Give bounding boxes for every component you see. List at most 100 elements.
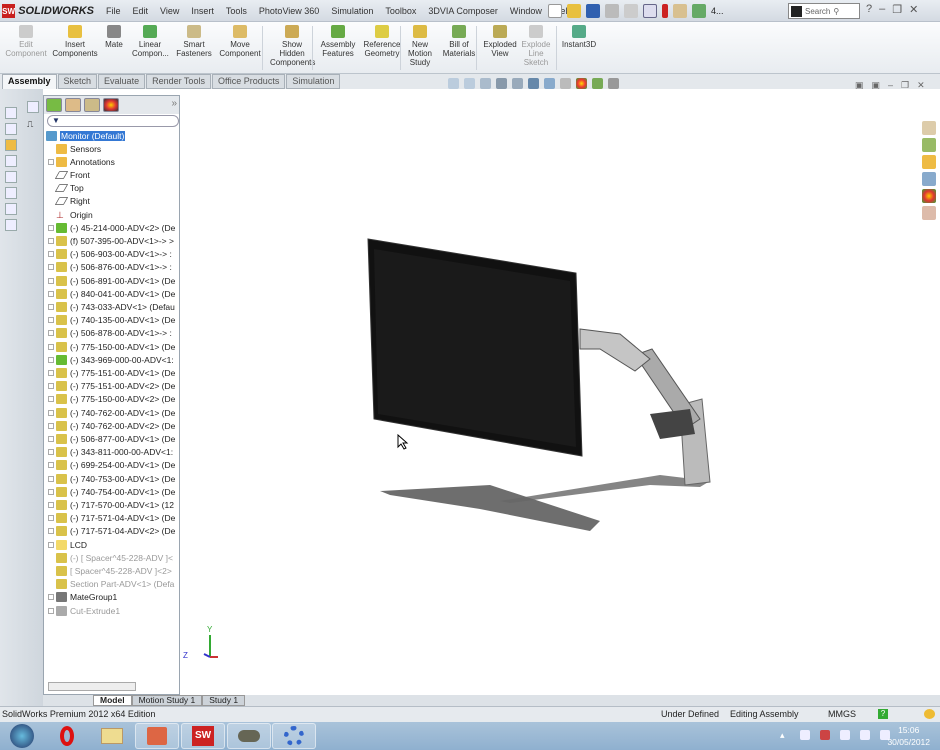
start-orb-icon[interactable]: [0, 723, 44, 749]
expand-icon[interactable]: [48, 409, 54, 416]
menu-tools[interactable]: Tools: [220, 6, 253, 16]
network-alert-icon[interactable]: [820, 730, 830, 740]
tool-icon[interactable]: [5, 203, 17, 215]
apply-scene-icon[interactable]: [592, 78, 603, 89]
tree-item[interactable]: Right: [44, 195, 179, 208]
menu-edit[interactable]: Edit: [127, 6, 155, 16]
tree-item[interactable]: (-) 699-254-00-ADV<1> (De: [44, 459, 179, 472]
expand-icon[interactable]: [48, 277, 54, 284]
ribbon-show-hidden-components-button[interactable]: Show Hidden Components: [270, 25, 315, 67]
expand-icon[interactable]: [48, 251, 54, 258]
ribbon-instant3d-button[interactable]: Instant3D: [560, 25, 598, 49]
expand-icon[interactable]: [48, 383, 54, 390]
menu-view[interactable]: View: [154, 6, 185, 16]
edit-appearance-icon[interactable]: [576, 78, 587, 89]
ribbon-new-motion-study-button[interactable]: New Motion Study: [406, 25, 434, 67]
save-icon[interactable]: [586, 4, 600, 18]
tree-item[interactable]: (-) 45-214-000-ADV<2> (De: [44, 221, 179, 234]
tree-item[interactable]: (-) 506-877-00-ADV<1> (De: [44, 432, 179, 445]
tree-item[interactable]: (-) 343-811-000-00-ADV<1:: [44, 446, 179, 459]
expand-icon[interactable]: [48, 541, 54, 548]
open-icon[interactable]: [567, 4, 581, 18]
zoom-to-area-icon[interactable]: [464, 78, 475, 89]
select-icon[interactable]: [643, 4, 657, 18]
units-selector[interactable]: MMGS: [828, 709, 856, 719]
tree-item[interactable]: Section Part-ADV<1> (Defa: [44, 578, 179, 591]
file-explorer-icon[interactable]: [922, 155, 936, 169]
tree-item[interactable]: (-) 717-571-04-ADV<1> (De: [44, 512, 179, 525]
show-hidden-icons-icon[interactable]: ▴: [780, 730, 790, 740]
tree-item[interactable]: (-) 740-762-00-ADV<1> (De: [44, 406, 179, 419]
minimize-button[interactable]: –: [879, 3, 885, 16]
expand-icon[interactable]: [48, 158, 54, 165]
tab-simulation[interactable]: Simulation: [286, 74, 341, 89]
expand-icon[interactable]: [48, 356, 54, 363]
options-icon[interactable]: [692, 4, 706, 18]
expand-icon[interactable]: [48, 607, 54, 614]
powerpoint-icon[interactable]: [135, 723, 179, 749]
rebuild-status-icon[interactable]: [924, 709, 935, 719]
tool-icon[interactable]: [5, 187, 17, 199]
search-input[interactable]: Search ⚲: [788, 3, 860, 19]
expand-icon[interactable]: [48, 435, 54, 442]
display-style-icon[interactable]: [528, 78, 539, 89]
display-manager-tab-icon[interactable]: [103, 98, 119, 112]
expand-icon[interactable]: [48, 330, 54, 337]
tree-item[interactable]: (-) [ Spacer^45-228-ADV ]<: [44, 551, 179, 564]
tree-item[interactable]: (-) 840-041-00-ADV<1> (De: [44, 287, 179, 300]
tree-item[interactable]: (f) 507-395-00-ADV<1>-> >: [44, 234, 179, 247]
tree-item[interactable]: (-) 775-150-00-ADV<2> (De: [44, 393, 179, 406]
expand-icon[interactable]: [48, 528, 54, 535]
menu-file[interactable]: File: [100, 6, 127, 16]
display-style-dropdown-icon[interactable]: [544, 78, 555, 89]
close-button[interactable]: ✕: [909, 3, 918, 16]
sketch-icon[interactable]: [27, 101, 39, 113]
previous-view-icon[interactable]: [480, 78, 491, 89]
tab-study-1[interactable]: Study 1: [202, 695, 246, 706]
tree-item[interactable]: (-) 740-135-00-ADV<1> (De: [44, 314, 179, 327]
tab-sketch[interactable]: Sketch: [57, 74, 98, 89]
expand-icon[interactable]: [48, 369, 54, 376]
configuration-manager-tab-icon[interactable]: [84, 98, 100, 112]
opera-icon[interactable]: [45, 723, 89, 749]
tree-item[interactable]: (-) 506-876-00-ADV<1>-> :: [44, 261, 179, 274]
hide-show-items-icon[interactable]: [560, 78, 571, 89]
solidworks-logo[interactable]: SW SOLIDWORKS: [2, 3, 94, 19]
gimp-icon[interactable]: [227, 723, 271, 749]
device-icon[interactable]: [860, 730, 870, 740]
recent-documents[interactable]: 4...: [711, 6, 724, 16]
tree-item[interactable]: (-) 740-753-00-ADV<1> (De: [44, 472, 179, 485]
expand-icon[interactable]: [48, 264, 54, 271]
action-center-flag-icon[interactable]: [840, 730, 850, 740]
undo-icon[interactable]: [624, 4, 638, 18]
tree-item[interactable]: MateGroup1: [44, 591, 179, 604]
view-orientation-icon[interactable]: [512, 78, 523, 89]
tree-item[interactable]: Top: [44, 182, 179, 195]
ribbon-edit-component-button[interactable]: Edit Component: [4, 25, 48, 58]
smart-dimension-icon[interactable]: [5, 123, 17, 135]
link-icon[interactable]: [5, 219, 17, 231]
tree-item[interactable]: (-) 743-033-ADV<1> (Defau: [44, 300, 179, 313]
expand-icon[interactable]: [48, 449, 54, 456]
help-icon[interactable]: ?: [866, 3, 872, 16]
tree-item[interactable]: (-) 506-891-00-ADV<1> (De: [44, 274, 179, 287]
ribbon-reference-geometry-button[interactable]: Reference Geometry: [362, 25, 402, 58]
menu-simulation[interactable]: Simulation: [325, 6, 379, 16]
ribbon-linear-compon-button[interactable]: Linear Compon...: [132, 25, 169, 58]
tree-item[interactable]: (-) 506-878-00-ADV<1>-> :: [44, 327, 179, 340]
section-view-icon[interactable]: [496, 78, 507, 89]
tree-item[interactable]: Front: [44, 168, 179, 181]
new-document-icon[interactable]: [548, 4, 562, 18]
ribbon-smart-fasteners-button[interactable]: Smart Fasteners: [176, 25, 212, 58]
step-signal-icon[interactable]: ⎍: [27, 119, 39, 131]
solidworks-icon[interactable]: SW: [181, 723, 225, 749]
expand-icon[interactable]: [48, 462, 54, 469]
tree-item[interactable]: (-) 343-969-000-00-ADV<1:: [44, 353, 179, 366]
design-library-icon[interactable]: [922, 138, 936, 152]
ribbon-explode-line-sketch-button[interactable]: Explode Line Sketch: [520, 25, 552, 67]
expand-icon[interactable]: [48, 303, 54, 310]
menu-insert[interactable]: Insert: [185, 6, 220, 16]
tree-item[interactable]: (-) 740-754-00-ADV<1> (De: [44, 485, 179, 498]
tab-render-tools[interactable]: Render Tools: [146, 74, 211, 89]
ribbon-mate-button[interactable]: Mate: [102, 25, 126, 49]
